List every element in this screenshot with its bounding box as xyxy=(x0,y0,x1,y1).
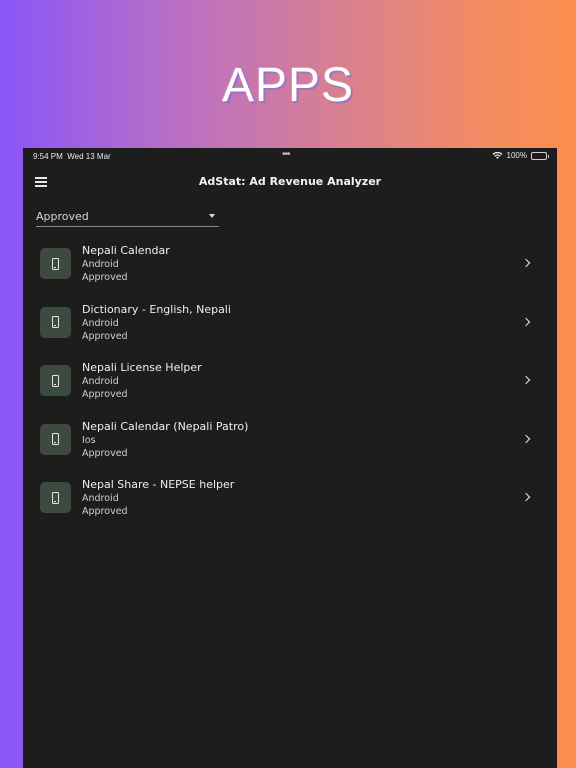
filter-selected-value: Approved xyxy=(36,210,89,223)
chevron-right-icon xyxy=(521,493,531,502)
app-icon-tile xyxy=(40,306,71,338)
app-list: Nepali Calendar Android Approved Diction… xyxy=(23,236,557,529)
app-status: Approved xyxy=(82,389,128,401)
app-name: Nepal Share - NEPSE helper xyxy=(82,478,235,492)
app-icon-tile xyxy=(40,423,71,455)
app-item-text: Nepali Calendar Android Approved xyxy=(82,244,482,284)
chevron-right-icon xyxy=(521,434,531,444)
multitasking-dots[interactable]: ••• xyxy=(282,149,290,160)
phone-icon xyxy=(52,374,59,387)
app-item-text: Nepali License Helper Android Approved xyxy=(82,361,482,401)
hero-title: APPS xyxy=(221,59,355,112)
app-name: Nepali License Helper xyxy=(82,361,202,375)
app-name: Dictionary - English, Nepali xyxy=(82,302,231,316)
app-platform: Android xyxy=(82,317,119,329)
app-icon-tile xyxy=(40,482,71,514)
status-bar: 9:54 PM Wed 13 Mar ••• 100% xyxy=(23,148,557,165)
app-platform: Android xyxy=(82,376,119,388)
app-status: Approved xyxy=(82,506,128,518)
app-item-text: Nepali Calendar (Nepali Patro) Ios Appro… xyxy=(82,420,482,460)
app-platform: Android xyxy=(82,259,119,270)
list-item[interactable]: Nepali Calendar Android Approved xyxy=(23,236,557,295)
list-item[interactable]: Nepal Share - NEPSE helper Android Appro… xyxy=(23,470,557,529)
caret-down-icon xyxy=(209,214,215,218)
app-platform: Ios xyxy=(82,434,96,446)
status-time: 9:54 PM Wed 13 Mar xyxy=(33,152,111,161)
status-time-value: 9:54 PM xyxy=(33,152,63,161)
app-status: Approved xyxy=(82,447,128,459)
wifi-icon xyxy=(492,151,503,159)
battery-icon xyxy=(531,151,549,160)
status-date-value: Wed 13 Mar xyxy=(67,152,111,161)
app-status: Approved xyxy=(82,330,128,342)
app-name: Nepali Calendar (Nepali Patro) xyxy=(82,419,249,433)
app-icon-tile xyxy=(40,248,71,279)
phone-icon xyxy=(52,257,59,270)
list-item[interactable]: Nepali Calendar (Nepali Patro) Ios Appro… xyxy=(23,412,557,471)
battery-percent: 100% xyxy=(506,151,527,160)
app-item-text: Nepal Share - NEPSE helper Android Appro… xyxy=(82,478,482,518)
app-name: Nepali Calendar xyxy=(82,244,170,257)
phone-icon xyxy=(52,433,59,446)
chevron-right-icon xyxy=(521,317,531,326)
chevron-right-icon xyxy=(521,258,531,268)
battery-tip xyxy=(548,154,549,158)
phone-icon xyxy=(52,316,59,329)
app-icon-tile xyxy=(40,365,71,397)
list-item[interactable]: Dictionary - English, Nepali Android App… xyxy=(23,295,557,354)
app-status: Approved xyxy=(82,272,128,283)
device-screen: 9:54 PM Wed 13 Mar ••• 100% AdStat: Ad R… xyxy=(23,148,557,768)
chevron-right-icon xyxy=(521,375,531,385)
app-title: AdStat: Ad Revenue Analyzer xyxy=(198,175,382,188)
app-platform: Android xyxy=(82,493,119,505)
status-filter-dropdown[interactable]: Approved xyxy=(36,208,219,227)
status-indicators: 100% xyxy=(492,151,549,160)
app-item-text: Dictionary - English, Nepali Android App… xyxy=(82,303,482,343)
phone-icon xyxy=(52,491,59,504)
app-bar: AdStat: Ad Revenue Analyzer xyxy=(23,170,557,194)
list-item[interactable]: Nepali License Helper Android Approved xyxy=(23,353,557,412)
